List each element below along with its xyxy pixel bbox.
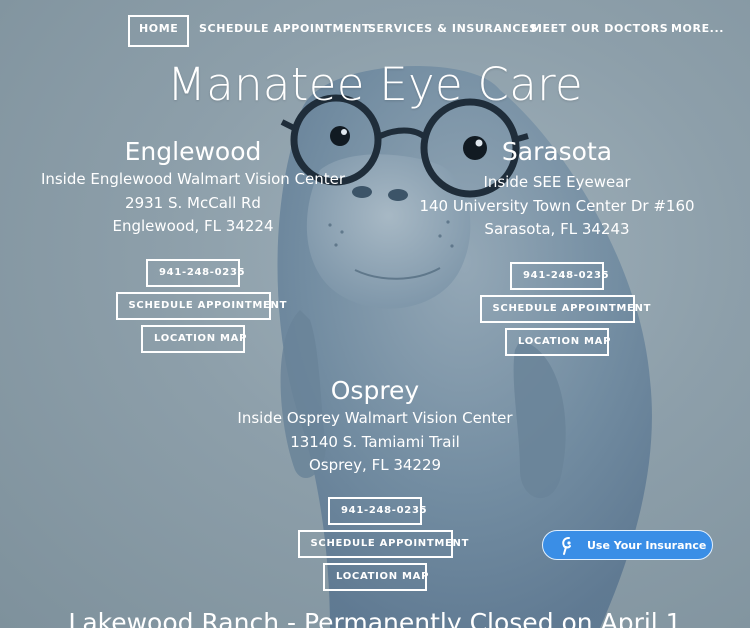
location-osprey: Osprey Inside Osprey Walmart Vision Cent… [225,375,525,591]
insurance-logo-icon [560,536,578,559]
schedule-appointment-button[interactable]: SCHEDULE APPOINTMENT [297,529,468,558]
use-your-insurance-widget[interactable]: Use Your Insurance [542,530,713,560]
location-line3: Sarasota, FL 34243 [484,220,630,238]
closure-heading: Lakewood Ranch - Permanently Closed on A… [68,608,682,637]
location-line3: Osprey, FL 34229 [308,456,442,474]
location-line1: Inside Osprey Walmart Vision Center [237,409,513,427]
nav-services-insurances[interactable]: SERVICES & INSURANCES [368,15,538,43]
location-map-button[interactable]: LOCATION MAP [141,324,246,353]
location-line2: 13140 S. Tamiami Trail [290,432,460,451]
nav-home[interactable]: HOME [128,15,190,47]
insurance-widget-label: Use Your Insurance [587,539,707,552]
phone-button[interactable]: 941-248-0235 [510,261,609,290]
nav-meet-our-doctors[interactable]: MEET OUR DOCTORS [531,15,668,43]
location-line2: 140 University Town Center Dr #160 [419,196,695,215]
location-line1: Inside Englewood Walmart Vision Center [40,170,346,188]
site-title: Manatee Eye Care [167,58,583,111]
location-englewood: Englewood Inside Englewood Walmart Visio… [23,136,363,353]
schedule-appointment-button[interactable]: SCHEDULE APPOINTMENT [479,294,650,323]
location-sarasota: Sarasota Inside SEE Eyewear 140 Universi… [407,136,707,356]
nav-more[interactable]: MORE... [671,15,724,43]
location-name: Englewood [124,137,262,166]
location-map-button[interactable]: LOCATION MAP [323,562,428,591]
main-nav: HOME SCHEDULE APPOINTMENT SERVICES & INS… [128,15,750,47]
location-name: Osprey [330,376,420,405]
location-line1: Inside SEE Eyewear [483,173,631,191]
location-line3: Englewood, FL 34224 [112,217,274,235]
phone-button[interactable]: 941-248-0235 [328,496,427,525]
location-name: Sarasota [501,137,613,166]
location-line2: 2931 S. McCall Rd [125,193,261,212]
nav-schedule-appointment[interactable]: SCHEDULE APPOINTMENT [199,15,370,43]
schedule-appointment-button[interactable]: SCHEDULE APPOINTMENT [115,291,286,320]
location-map-button[interactable]: LOCATION MAP [505,327,610,356]
phone-button[interactable]: 941-248-0235 [146,258,245,287]
